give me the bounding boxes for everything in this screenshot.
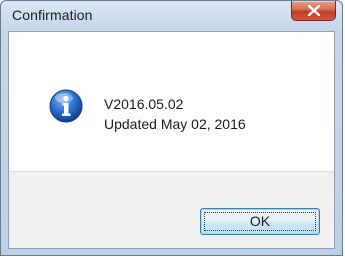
confirmation-dialog: Confirmation V2016.05.02 Updated May 02,… — [0, 0, 343, 256]
title-bar[interactable]: Confirmation — [1, 1, 342, 31]
message-area: V2016.05.02 Updated May 02, 2016 — [9, 32, 334, 171]
button-bar: OK — [9, 171, 334, 248]
close-icon — [308, 5, 320, 16]
version-line: V2016.05.02 — [104, 96, 184, 112]
info-icon — [49, 89, 83, 123]
dialog-body: V2016.05.02 Updated May 02, 2016 OK — [8, 31, 335, 249]
message-text: V2016.05.02 Updated May 02, 2016 — [104, 94, 246, 134]
ok-button[interactable]: OK — [200, 208, 320, 235]
ok-button-label: OK — [249, 213, 271, 229]
window-title: Confirmation — [12, 7, 93, 23]
updated-line: Updated May 02, 2016 — [104, 116, 246, 132]
close-button[interactable] — [291, 1, 336, 21]
